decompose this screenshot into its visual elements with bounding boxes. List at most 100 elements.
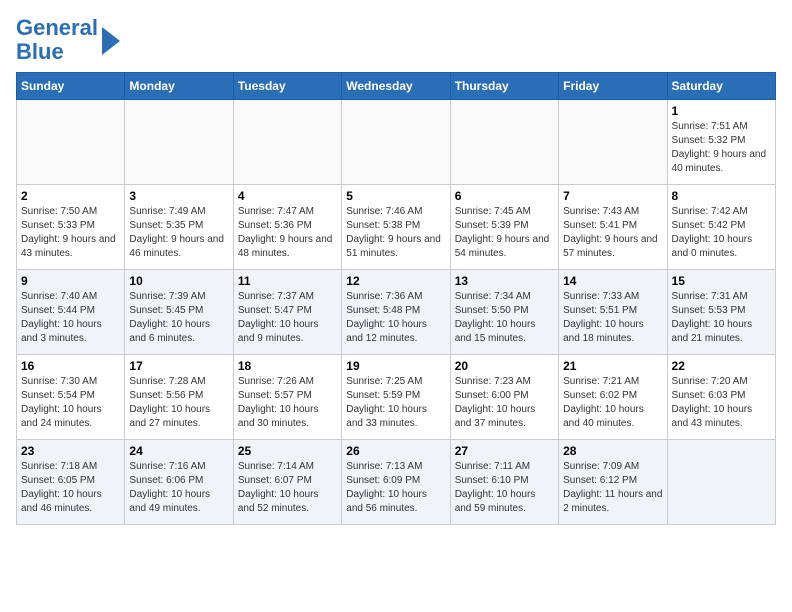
day-number: 17: [129, 359, 228, 373]
calendar-day-cell: 16 Sunrise: 7:30 AM Sunset: 5:54 PM Dayli…: [17, 355, 125, 440]
day-info: Sunrise: 7:26 AM Sunset: 5:57 PM Dayligh…: [238, 375, 337, 431]
logo-line2: Blue: [16, 40, 98, 64]
day-number: 18: [238, 359, 337, 373]
calendar-day-cell: 7 Sunrise: 7:43 AM Sunset: 5:41 PM Daylig…: [559, 185, 667, 270]
day-info: Sunrise: 7:23 AM Sunset: 6:00 PM Dayligh…: [455, 375, 554, 431]
day-info: Sunrise: 7:16 AM Sunset: 6:06 PM Dayligh…: [129, 460, 228, 516]
calendar-day-cell: 25 Sunrise: 7:14 AM Sunset: 6:07 PM Dayli…: [233, 440, 341, 525]
day-info: Sunrise: 7:36 AM Sunset: 5:48 PM Dayligh…: [346, 290, 445, 346]
day-info: Sunrise: 7:33 AM Sunset: 5:51 PM Dayligh…: [563, 290, 662, 346]
day-info: Sunrise: 7:28 AM Sunset: 5:56 PM Dayligh…: [129, 375, 228, 431]
calendar-day-cell: 2 Sunrise: 7:50 AM Sunset: 5:33 PM Daylig…: [17, 185, 125, 270]
day-number: 23: [21, 444, 120, 458]
calendar-day-header: Sunday: [17, 73, 125, 100]
calendar-day-cell: 22 Sunrise: 7:20 AM Sunset: 6:03 PM Dayli…: [667, 355, 775, 440]
day-number: 27: [455, 444, 554, 458]
calendar-day-cell: 4 Sunrise: 7:47 AM Sunset: 5:36 PM Daylig…: [233, 185, 341, 270]
day-info: Sunrise: 7:40 AM Sunset: 5:44 PM Dayligh…: [21, 290, 120, 346]
day-info: Sunrise: 7:25 AM Sunset: 5:59 PM Dayligh…: [346, 375, 445, 431]
day-info: Sunrise: 7:13 AM Sunset: 6:09 PM Dayligh…: [346, 460, 445, 516]
day-number: 19: [346, 359, 445, 373]
calendar-day-header: Tuesday: [233, 73, 341, 100]
calendar-day-cell: [559, 100, 667, 185]
calendar-day-cell: 28 Sunrise: 7:09 AM Sunset: 6:12 PM Dayli…: [559, 440, 667, 525]
day-info: Sunrise: 7:20 AM Sunset: 6:03 PM Dayligh…: [672, 375, 771, 431]
header: General Blue: [16, 16, 776, 64]
calendar-day-cell: [450, 100, 558, 185]
day-info: Sunrise: 7:47 AM Sunset: 5:36 PM Dayligh…: [238, 205, 337, 261]
day-info: Sunrise: 7:09 AM Sunset: 6:12 PM Dayligh…: [563, 460, 662, 516]
day-info: Sunrise: 7:14 AM Sunset: 6:07 PM Dayligh…: [238, 460, 337, 516]
calendar-day-cell: 18 Sunrise: 7:26 AM Sunset: 5:57 PM Dayli…: [233, 355, 341, 440]
day-info: Sunrise: 7:49 AM Sunset: 5:35 PM Dayligh…: [129, 205, 228, 261]
day-number: 14: [563, 274, 662, 288]
day-number: 11: [238, 274, 337, 288]
day-number: 20: [455, 359, 554, 373]
logo-line1: General: [16, 16, 98, 40]
calendar-day-header: Friday: [559, 73, 667, 100]
day-number: 28: [563, 444, 662, 458]
day-info: Sunrise: 7:46 AM Sunset: 5:38 PM Dayligh…: [346, 205, 445, 261]
calendar-day-cell: 12 Sunrise: 7:36 AM Sunset: 5:48 PM Dayli…: [342, 270, 450, 355]
calendar-week-row: 1 Sunrise: 7:51 AM Sunset: 5:32 PM Daylig…: [17, 100, 776, 185]
calendar-week-row: 23 Sunrise: 7:18 AM Sunset: 6:05 PM Dayli…: [17, 440, 776, 525]
logo-arrow-icon: [102, 27, 120, 55]
calendar-day-cell: 1 Sunrise: 7:51 AM Sunset: 5:32 PM Daylig…: [667, 100, 775, 185]
day-number: 16: [21, 359, 120, 373]
logo: General Blue: [16, 16, 120, 64]
day-number: 12: [346, 274, 445, 288]
calendar-day-cell: [667, 440, 775, 525]
calendar-week-row: 16 Sunrise: 7:30 AM Sunset: 5:54 PM Dayli…: [17, 355, 776, 440]
day-number: 3: [129, 189, 228, 203]
calendar-table: SundayMondayTuesdayWednesdayThursdayFrid…: [16, 72, 776, 525]
calendar-day-cell: [233, 100, 341, 185]
day-number: 4: [238, 189, 337, 203]
calendar-day-cell: 10Sunrise: 7:39 AM Sunset: 5:45 PM Dayli…: [125, 270, 233, 355]
day-number: 22: [672, 359, 771, 373]
day-info: Sunrise: 7:11 AM Sunset: 6:10 PM Dayligh…: [455, 460, 554, 516]
day-number: 21: [563, 359, 662, 373]
day-number: 5: [346, 189, 445, 203]
day-number: 6: [455, 189, 554, 203]
day-number: 8: [672, 189, 771, 203]
calendar-day-cell: 14 Sunrise: 7:33 AM Sunset: 5:51 PM Dayli…: [559, 270, 667, 355]
day-info: Sunrise: 7:45 AM Sunset: 5:39 PM Dayligh…: [455, 205, 554, 261]
calendar-day-header: Thursday: [450, 73, 558, 100]
calendar-day-cell: [342, 100, 450, 185]
calendar-day-header: Saturday: [667, 73, 775, 100]
day-info: Sunrise: 7:37 AM Sunset: 5:47 PM Dayligh…: [238, 290, 337, 346]
day-info: Sunrise: 7:21 AM Sunset: 6:02 PM Dayligh…: [563, 375, 662, 431]
day-number: 13: [455, 274, 554, 288]
day-number: 1: [672, 104, 771, 118]
day-info: Sunrise: 7:43 AM Sunset: 5:41 PM Dayligh…: [563, 205, 662, 261]
day-info: Sunrise: 7:42 AM Sunset: 5:42 PM Dayligh…: [672, 205, 771, 261]
day-number: 9: [21, 274, 120, 288]
calendar-day-cell: 9 Sunrise: 7:40 AM Sunset: 5:44 PM Daylig…: [17, 270, 125, 355]
day-number: 2: [21, 189, 120, 203]
calendar-week-row: 9 Sunrise: 7:40 AM Sunset: 5:44 PM Daylig…: [17, 270, 776, 355]
calendar-day-cell: 8 Sunrise: 7:42 AM Sunset: 5:42 PM Daylig…: [667, 185, 775, 270]
day-info: Sunrise: 7:50 AM Sunset: 5:33 PM Dayligh…: [21, 205, 120, 261]
day-info: Sunrise: 7:51 AM Sunset: 5:32 PM Dayligh…: [672, 120, 771, 176]
calendar-day-header: Monday: [125, 73, 233, 100]
calendar-day-cell: 21 Sunrise: 7:21 AM Sunset: 6:02 PM Dayli…: [559, 355, 667, 440]
calendar-week-row: 2 Sunrise: 7:50 AM Sunset: 5:33 PM Daylig…: [17, 185, 776, 270]
calendar-day-cell: 11 Sunrise: 7:37 AM Sunset: 5:47 PM Dayli…: [233, 270, 341, 355]
calendar-day-cell: 6 Sunrise: 7:45 AM Sunset: 5:39 PM Daylig…: [450, 185, 558, 270]
calendar-day-cell: 15Sunrise: 7:31 AM Sunset: 5:53 PM Dayli…: [667, 270, 775, 355]
calendar-day-cell: 13 Sunrise: 7:34 AM Sunset: 5:50 PM Dayli…: [450, 270, 558, 355]
day-info: Sunrise: 7:30 AM Sunset: 5:54 PM Dayligh…: [21, 375, 120, 431]
calendar-day-cell: 23 Sunrise: 7:18 AM Sunset: 6:05 PM Dayli…: [17, 440, 125, 525]
calendar-day-header: Wednesday: [342, 73, 450, 100]
calendar-day-cell: 19 Sunrise: 7:25 AM Sunset: 5:59 PM Dayli…: [342, 355, 450, 440]
day-number: 15: [672, 274, 771, 288]
day-info: Sunrise: 7:18 AM Sunset: 6:05 PM Dayligh…: [21, 460, 120, 516]
calendar-day-cell: [17, 100, 125, 185]
day-info: Sunrise: 7:39 AM Sunset: 5:45 PM Dayligh…: [129, 290, 228, 346]
calendar-day-cell: 3 Sunrise: 7:49 AM Sunset: 5:35 PM Daylig…: [125, 185, 233, 270]
calendar-day-cell: [125, 100, 233, 185]
day-number: 7: [563, 189, 662, 203]
calendar-day-cell: 27 Sunrise: 7:11 AM Sunset: 6:10 PM Dayli…: [450, 440, 558, 525]
day-number: 25: [238, 444, 337, 458]
day-info: Sunrise: 7:34 AM Sunset: 5:50 PM Dayligh…: [455, 290, 554, 346]
